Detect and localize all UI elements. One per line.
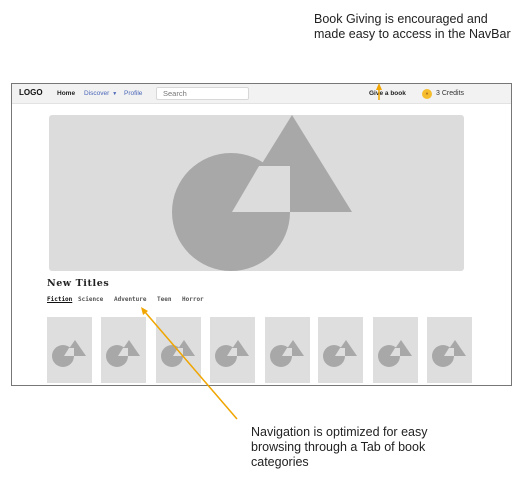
search-input[interactable] xyxy=(156,87,249,100)
nav-discover-dropdown[interactable]: Discover ▼ xyxy=(84,89,117,99)
annotation-navbar-note: Book Giving is encouraged and made easy … xyxy=(314,12,511,41)
wireframe-screen: LOGO Home Discover▼ Profile Give a book … xyxy=(11,83,512,386)
book-card[interactable] xyxy=(373,317,418,383)
image-placeholder-icon xyxy=(432,340,466,367)
coin-icon: ● xyxy=(422,89,432,99)
nav-profile-link[interactable]: Profile xyxy=(124,89,142,98)
book-card[interactable] xyxy=(210,317,255,383)
credits-count[interactable]: 3 Credits xyxy=(436,89,464,98)
image-placeholder-icon xyxy=(378,340,412,367)
nav-home-link[interactable]: Home xyxy=(57,89,75,98)
image-placeholder-icon xyxy=(161,340,195,367)
image-placeholder-icon xyxy=(323,340,357,367)
tab-fiction[interactable]: Fiction xyxy=(47,296,72,303)
book-card[interactable] xyxy=(265,317,310,383)
book-card[interactable] xyxy=(156,317,201,383)
tab-adventure[interactable]: Adventure xyxy=(114,296,147,303)
give-book-button[interactable]: Give a book xyxy=(369,89,406,98)
book-card[interactable] xyxy=(47,317,92,383)
book-card[interactable] xyxy=(427,317,472,383)
section-title: New Titles xyxy=(47,278,110,289)
image-placeholder-icon xyxy=(215,340,249,367)
image-placeholder-icon xyxy=(106,340,140,367)
image-placeholder-icon xyxy=(52,340,86,367)
logo[interactable]: LOGO xyxy=(19,88,43,97)
nav-discover-label: Discover xyxy=(84,90,110,97)
book-card[interactable] xyxy=(318,317,363,383)
caret-down-icon: ▼ xyxy=(112,91,118,97)
tab-horror[interactable]: Horror xyxy=(182,296,204,303)
hero-image-placeholder xyxy=(49,115,464,271)
navbar: LOGO Home Discover▼ Profile Give a book … xyxy=(12,84,511,104)
tab-science[interactable]: Science xyxy=(78,296,103,303)
book-card[interactable] xyxy=(101,317,146,383)
annotation-tabs-note: Navigation is optimized for easy browsin… xyxy=(251,425,428,469)
image-placeholder-icon xyxy=(270,340,304,367)
image-placeholder-icon xyxy=(172,115,352,271)
tab-teen[interactable]: Teen xyxy=(157,296,171,303)
